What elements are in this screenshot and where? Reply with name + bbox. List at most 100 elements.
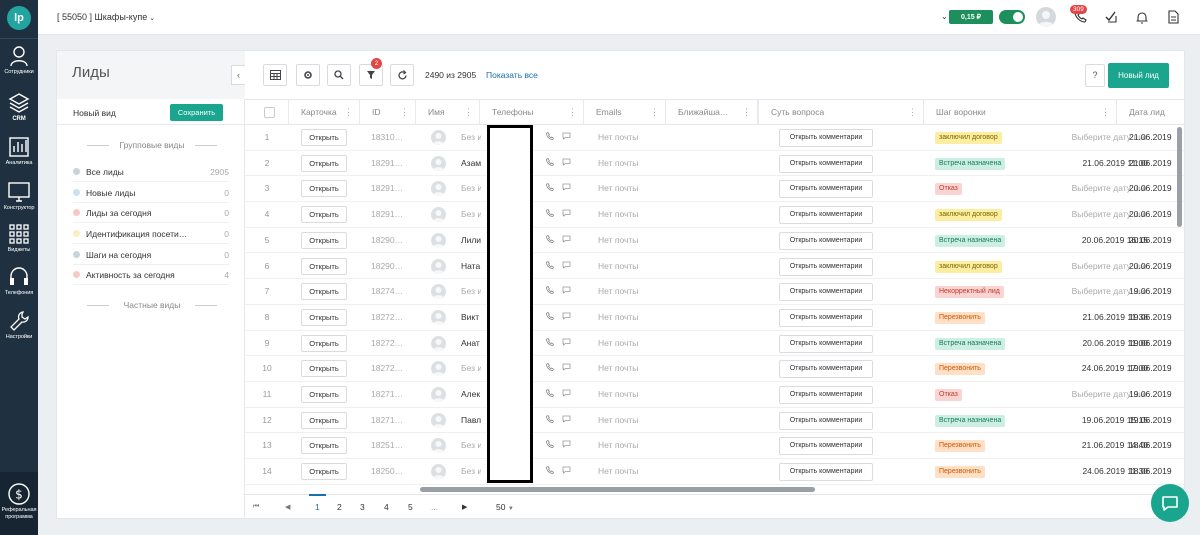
rail-item-settings[interactable]: Настройки xyxy=(0,309,38,340)
open-comments-button[interactable]: Открыть комментарии xyxy=(779,180,873,199)
status-toggle[interactable] xyxy=(999,10,1025,24)
open-comments-button[interactable]: Открыть комментарии xyxy=(779,463,873,482)
column-menu-icon[interactable]: ⋮ xyxy=(464,100,473,125)
phone-icon[interactable] xyxy=(546,228,554,253)
select-all-checkbox[interactable] xyxy=(264,107,275,118)
column-menu-icon[interactable]: ⋮ xyxy=(1101,100,1110,125)
funnel-step-badge[interactable]: Встреча назначена xyxy=(935,414,1006,427)
table-row[interactable]: 8 Открыть 18272… Викт Нет почты Открыть комме… xyxy=(245,305,1184,331)
message-icon[interactable] xyxy=(562,331,571,356)
funnel-step-badge[interactable]: Перезвонить xyxy=(935,466,985,479)
column-menu-icon[interactable]: ⋮ xyxy=(742,100,751,125)
message-icon[interactable] xyxy=(562,408,571,433)
column-menu-icon[interactable]: ⋮ xyxy=(650,100,659,125)
column-header-funnel-step[interactable]: Шаг воронки ⋮ xyxy=(924,100,1117,125)
next-page-icon[interactable]: ▶ xyxy=(462,503,467,511)
table-row[interactable]: 4 Открыть 18291… Без и Нет почты Открыть комм… xyxy=(245,202,1184,228)
table-row[interactable]: 14 Открыть 18250… Без и Нет почты Открыть ком… xyxy=(245,459,1184,485)
phone-icon[interactable] xyxy=(546,356,554,381)
first-page-icon[interactable]: ⏮ xyxy=(253,503,259,511)
phone-icon[interactable] xyxy=(546,382,554,407)
table-row[interactable]: 7 Открыть 18274… Без и Нет почты Открыть комм… xyxy=(245,279,1184,305)
column-menu-icon[interactable]: ⋮ xyxy=(568,100,577,125)
project-selector[interactable]: [ 55050 ] Шкафы-купе ⌄ xyxy=(57,12,155,22)
open-comments-button[interactable]: Открыть комментарии xyxy=(779,360,873,379)
phone-icon[interactable] xyxy=(546,176,554,201)
open-comments-button[interactable]: Открыть комментарии xyxy=(779,257,873,276)
funnel-step-badge[interactable]: Встреча назначена xyxy=(935,157,1006,170)
show-all-link[interactable]: Показать все xyxy=(486,70,538,80)
collapse-panel-button[interactable]: ‹ xyxy=(231,65,245,85)
rail-item-employees[interactable]: Сотрудники xyxy=(0,44,38,75)
column-header-id[interactable]: ID ⋮ xyxy=(360,100,416,125)
table-row[interactable]: 2 Открыть 18291… Азам Нет почты Открыть комме… xyxy=(245,151,1184,177)
open-card-button[interactable]: Открыть xyxy=(301,463,347,481)
open-comments-button[interactable]: Открыть комментарии xyxy=(779,308,873,327)
columns-button[interactable] xyxy=(263,64,287,86)
column-header-name[interactable]: Имя ⋮ xyxy=(416,100,480,125)
page-link[interactable]: 1 xyxy=(315,502,320,512)
phone-icon[interactable] xyxy=(546,279,554,304)
funnel-step-badge[interactable]: Встреча назначена xyxy=(935,337,1006,350)
open-comments-button[interactable]: Открыть комментарии xyxy=(779,334,873,353)
open-card-button[interactable]: Открыть xyxy=(301,257,347,275)
search-button[interactable] xyxy=(327,64,351,86)
documents-button[interactable] xyxy=(1168,10,1179,26)
open-card-button[interactable]: Открыть xyxy=(301,308,347,326)
open-comments-button[interactable]: Открыть комментарии xyxy=(779,231,873,250)
message-icon[interactable] xyxy=(562,356,571,381)
open-card-button[interactable]: Открыть xyxy=(301,129,347,146)
table-row[interactable]: 11 Открыть 18271… Алек Нет почты Открыть комм… xyxy=(245,382,1184,408)
view-item[interactable]: Шаги на сегодня 0 xyxy=(73,247,229,265)
new-lead-button[interactable]: Новый лид xyxy=(1108,63,1169,88)
open-comments-button[interactable]: Открыть комментарии xyxy=(779,283,873,302)
page-link[interactable]: 2 xyxy=(337,502,342,512)
view-item[interactable]: Активность за сегодня 4 xyxy=(73,267,229,285)
rail-item-widgets[interactable]: Виджеты xyxy=(0,222,38,253)
phone-icon[interactable] xyxy=(546,151,554,176)
save-view-button[interactable]: Сохранить xyxy=(170,104,223,121)
message-icon[interactable] xyxy=(562,459,571,484)
message-icon[interactable] xyxy=(562,151,571,176)
message-icon[interactable] xyxy=(562,125,571,150)
tasks-button[interactable] xyxy=(1105,11,1118,25)
view-item[interactable]: Идентификация посети… 0 xyxy=(73,226,229,244)
column-menu-icon[interactable]: ⋮ xyxy=(400,100,409,125)
table-row[interactable]: 12 Открыть 18271… Павл Нет почты Открыть комм… xyxy=(245,408,1184,434)
column-header-question[interactable]: Суть вопроса ⋮ xyxy=(758,100,924,125)
column-header-emails[interactable]: Emails ⋮ xyxy=(584,100,666,125)
open-card-button[interactable]: Открыть xyxy=(301,283,347,301)
open-comments-button[interactable]: Открыть комментарии xyxy=(779,437,873,456)
message-icon[interactable] xyxy=(562,176,571,201)
open-comments-button[interactable]: Открыть комментарии xyxy=(779,154,873,173)
funnel-step-badge[interactable]: Встреча назначена xyxy=(935,234,1006,247)
new-view-name[interactable]: Новый вид xyxy=(73,108,116,118)
settings-button[interactable] xyxy=(296,64,320,86)
open-card-button[interactable]: Открыть xyxy=(301,206,347,224)
chevron-down-icon[interactable]: ⌄ xyxy=(941,12,948,21)
refresh-button[interactable] xyxy=(390,64,414,86)
table-row[interactable]: 1 Открыть 18310… Без и Нет почты Открыть комм… xyxy=(245,125,1184,151)
open-card-button[interactable]: Открыть xyxy=(301,437,347,455)
page-link[interactable]: 4 xyxy=(384,502,389,512)
app-logo[interactable]: lp xyxy=(7,6,31,30)
funnel-step-badge[interactable]: Некорректный лид xyxy=(935,286,1004,299)
rail-item-referral[interactable]: $ Реферальная программа xyxy=(0,482,38,520)
column-menu-icon[interactable]: ⋮ xyxy=(908,100,917,125)
funnel-step-badge[interactable]: заключил договор xyxy=(935,209,1002,222)
rail-item-telephony[interactable]: Телефония xyxy=(0,265,38,296)
table-row[interactable]: 5 Открыть 18290… Лили Нет почты Открыть комме… xyxy=(245,228,1184,254)
phone-icon[interactable] xyxy=(546,433,554,458)
table-row[interactable]: 13 Открыть 18251… Без и Нет почты Открыть ком… xyxy=(245,433,1184,460)
column-header-card[interactable]: Карточка ⋮ xyxy=(289,100,360,125)
funnel-step-badge[interactable]: Отказ xyxy=(935,389,962,401)
prev-page-icon[interactable]: ◀ xyxy=(285,503,290,511)
funnel-step-badge[interactable]: заключил договор xyxy=(935,132,1002,144)
open-card-button[interactable]: Открыть xyxy=(301,231,347,249)
table-row[interactable]: 3 Открыть 18291… Без и Нет почты Открыть комм… xyxy=(245,176,1184,203)
table-row[interactable]: 10 Открыть 18272… Без и Нет почты Открыть ком… xyxy=(245,356,1184,382)
table-row[interactable]: 9 Открыть 18272… Анат Нет почты Открыть комме… xyxy=(245,331,1184,357)
view-item[interactable]: Все лиды 2905 xyxy=(73,164,229,182)
message-icon[interactable] xyxy=(562,254,571,279)
phone-icon[interactable] xyxy=(546,459,554,484)
